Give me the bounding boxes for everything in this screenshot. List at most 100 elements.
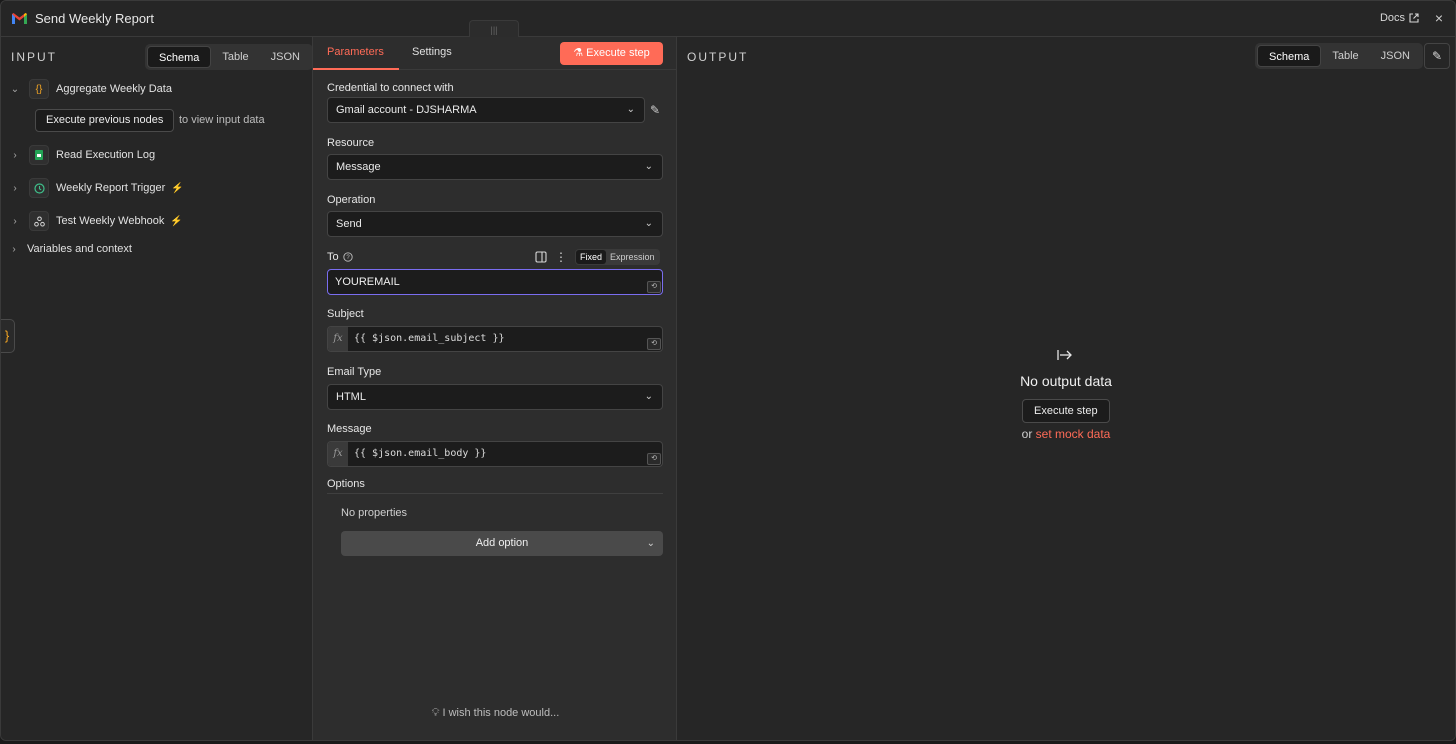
parameters-panel: Parameters Settings ⚗ Execute step Crede…	[312, 37, 678, 740]
map-field-icon[interactable]: ⟲	[647, 453, 661, 465]
message-expression-field[interactable]: fx {{ $json.email_body }} ⟲	[327, 441, 663, 467]
subject-value: {{ $json.email_subject }}	[354, 333, 505, 344]
code-brace-side-tab[interactable]: }	[1, 319, 15, 353]
tree-node-test-weekly-webhook[interactable]: › Test Weekly Webhook ⚡	[1, 210, 183, 232]
execute-previous-hint: to view input data	[179, 114, 265, 126]
email-type-label-text: Email Type	[327, 366, 382, 378]
set-mock-data-link[interactable]: set mock data	[1036, 427, 1111, 441]
execute-previous-nodes-button[interactable]: Execute previous nodes	[35, 109, 175, 132]
credential-value: Gmail account - DJSHARMA	[336, 104, 477, 116]
help-circle-icon[interactable]: ?	[342, 252, 353, 262]
chevron-right-icon[interactable]: ›	[1, 150, 29, 161]
variables-and-context-row[interactable]: › Variables and context	[1, 243, 132, 255]
output-view-table-tab[interactable]: Table	[1321, 45, 1369, 67]
resource-select[interactable]: Message ⌄	[327, 154, 663, 180]
chevron-right-icon[interactable]: ›	[1, 183, 29, 194]
input-view-table-tab[interactable]: Table	[211, 46, 259, 68]
tree-node-read-execution-log[interactable]: › Read Execution Log	[1, 144, 155, 166]
to-value: YOUREMAIL	[335, 276, 400, 288]
more-options-icon[interactable]: ⋮	[555, 250, 567, 264]
to-email-field[interactable]: YOUREMAIL ⟲	[327, 269, 663, 295]
parameter-tabs: Parameters Settings ⚗ Execute step	[313, 37, 678, 70]
map-field-icon[interactable]: ⟲	[647, 281, 661, 293]
resource-label-text: Resource	[327, 137, 375, 149]
resource-label: Resource	[327, 137, 374, 149]
output-view-json-tab[interactable]: JSON	[1370, 45, 1421, 67]
tab-settings[interactable]: Settings	[412, 46, 452, 58]
output-view-switch: Schema Table JSON	[1255, 43, 1423, 69]
operation-select[interactable]: Send ⌄	[327, 211, 663, 237]
webhook-icon	[29, 211, 49, 231]
message-value: {{ $json.email_body }}	[354, 448, 487, 459]
options-label: Options	[327, 478, 365, 490]
output-execute-step-button[interactable]: Execute step	[1022, 399, 1110, 423]
chevron-down-icon: ⌄	[644, 161, 653, 172]
chevron-right-icon[interactable]: ›	[1, 244, 27, 255]
tab-parameters[interactable]: Parameters	[327, 46, 384, 58]
output-panel: OUTPUT Schema Table JSON ✎ No output dat…	[677, 37, 1455, 740]
add-option-button[interactable]: Add option ⌄	[341, 531, 663, 556]
email-type-value: HTML	[336, 391, 366, 403]
tree-node-label: Weekly Report Trigger	[56, 182, 166, 194]
resource-value: Message	[336, 161, 381, 173]
output-view-schema-tab[interactable]: Schema	[1257, 45, 1322, 67]
arrow-right-to-line-icon	[1057, 350, 1072, 360]
svg-text:?: ?	[346, 255, 350, 261]
to-field-tools: ⋮ Fixed Expression	[535, 249, 660, 265]
node-details-modal: Send Weekly Report Docs × ||| INPUT Sche…	[0, 0, 1456, 741]
mode-expression-option[interactable]: Expression	[606, 250, 659, 264]
gmail-logo-icon	[12, 13, 27, 24]
clock-icon	[29, 178, 49, 198]
spreadsheet-icon	[29, 145, 49, 165]
docs-link[interactable]: Docs	[1380, 12, 1419, 24]
input-panel: INPUT Schema Table JSON ⌄ {} Aggregate W…	[1, 37, 313, 740]
fixed-expression-toggle: Fixed Expression	[575, 249, 660, 265]
mock-data-line: or set mock data	[677, 427, 1455, 441]
edit-output-pencil-icon[interactable]: ✎	[1424, 43, 1450, 69]
external-link-icon	[1409, 13, 1419, 23]
execute-step-button[interactable]: ⚗ Execute step	[560, 42, 663, 65]
operation-label: Operation	[327, 194, 375, 206]
execute-step-label: Execute step	[586, 47, 650, 59]
chevron-right-icon[interactable]: ›	[1, 216, 29, 227]
lightbulb-icon: 💡︎	[431, 707, 443, 719]
modal-header: Send Weekly Report Docs ×	[1, 1, 1455, 37]
chevron-down-icon[interactable]: ⌄	[1, 84, 29, 95]
to-label-text: To	[327, 251, 339, 263]
message-label-text: Message	[327, 423, 372, 435]
input-view-switch: Schema Table JSON	[145, 44, 313, 70]
operation-label-text: Operation	[327, 194, 376, 206]
chevron-down-icon: ⌄	[644, 218, 653, 229]
braces-icon: {}	[29, 79, 49, 99]
to-label: To ?	[327, 251, 353, 263]
side-panel-icon[interactable]	[535, 251, 547, 263]
fx-icon: fx	[328, 442, 348, 466]
edit-credential-pencil-icon[interactable]: ✎	[650, 103, 660, 117]
mode-fixed-option[interactable]: Fixed	[576, 250, 607, 264]
close-icon[interactable]: ×	[1431, 10, 1447, 26]
panel-drag-handle[interactable]: |||	[469, 20, 519, 38]
subject-label: Subject	[327, 308, 364, 320]
mock-prefix: or	[1021, 427, 1033, 441]
message-label: Message	[327, 423, 372, 435]
tree-node-aggregate-weekly-data[interactable]: ⌄ {} Aggregate Weekly Data	[1, 78, 172, 100]
tree-node-weekly-report-trigger[interactable]: › Weekly Report Trigger ⚡	[1, 177, 184, 199]
input-view-schema-tab[interactable]: Schema	[147, 46, 212, 68]
map-field-icon[interactable]: ⟲	[647, 338, 661, 350]
feedback-link[interactable]: 💡︎ I wish this node would...	[313, 707, 678, 720]
page-title: Send Weekly Report	[35, 11, 154, 26]
no-properties-text: No properties	[341, 507, 408, 519]
subject-label-text: Subject	[327, 308, 364, 320]
credential-label-text: Credential to connect with	[327, 82, 454, 94]
credential-select[interactable]: Gmail account - DJSHARMA ⌄	[327, 97, 645, 123]
email-type-label: Email Type	[327, 366, 381, 378]
input-panel-title: INPUT	[11, 50, 57, 64]
no-output-title: No output data	[1020, 373, 1112, 389]
fx-icon: fx	[328, 327, 348, 351]
input-view-json-tab[interactable]: JSON	[260, 46, 311, 68]
flask-icon: ⚗	[573, 47, 587, 59]
subject-expression-field[interactable]: fx {{ $json.email_subject }} ⟲	[327, 326, 663, 352]
trigger-bolt-icon: ⚡	[171, 182, 184, 194]
options-divider	[327, 493, 663, 494]
email-type-select[interactable]: HTML ⌄	[327, 384, 663, 410]
